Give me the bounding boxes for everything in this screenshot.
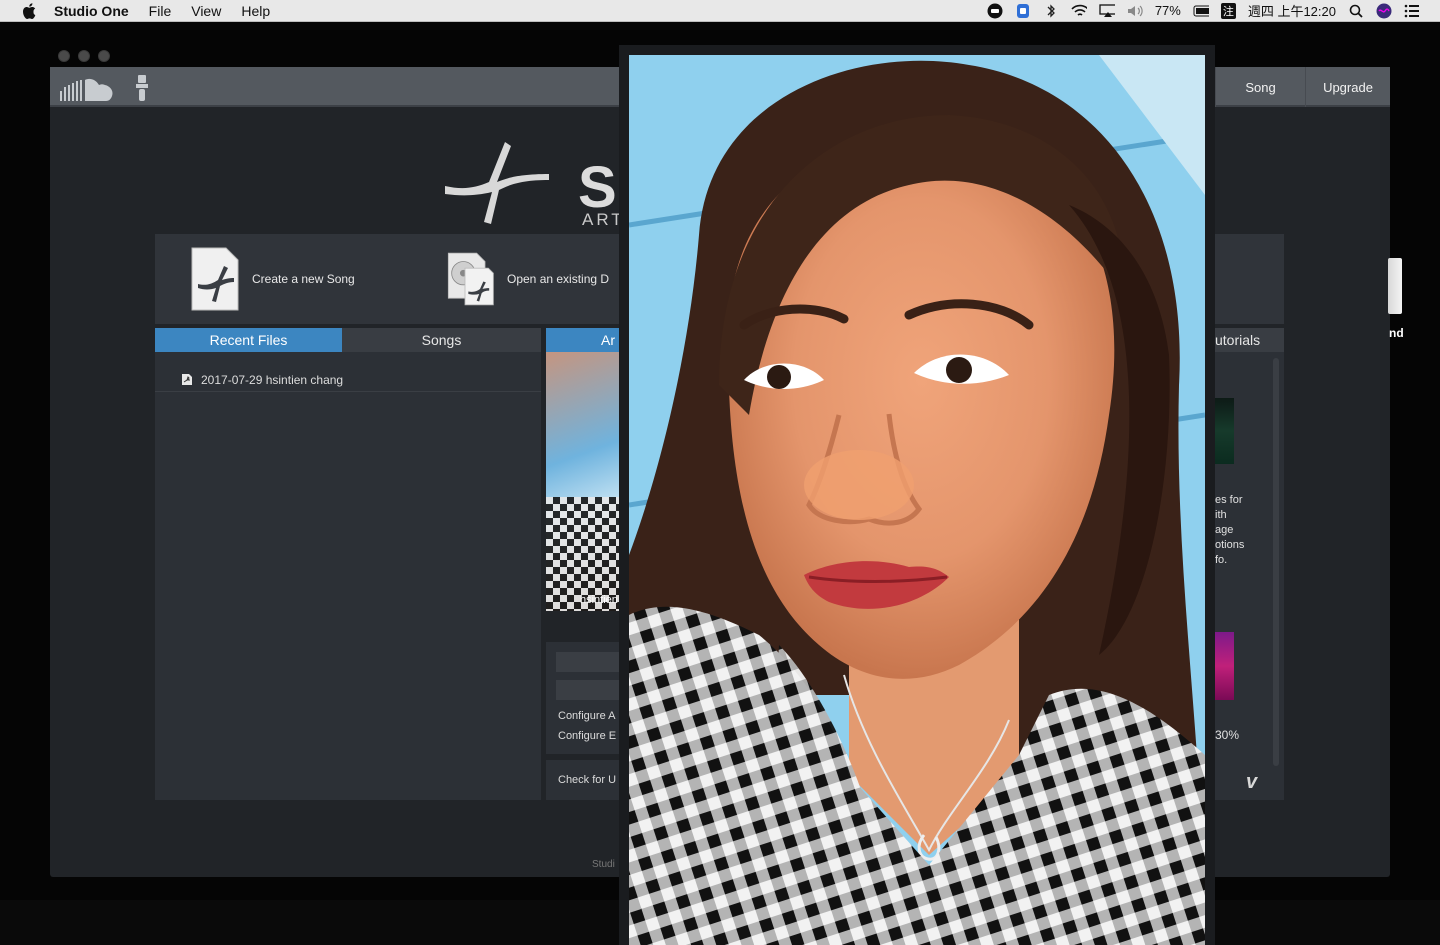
tab-recent-files[interactable]: Recent Files xyxy=(155,328,342,352)
tab-songs[interactable]: Songs xyxy=(342,328,541,352)
desktop: Song Upgrade S ART Create a new Song Ope… xyxy=(0,22,1440,945)
recent-file-name: 2017-07-29 hsintien chang xyxy=(201,372,344,387)
close-window-button[interactable] xyxy=(58,50,70,62)
tab-tutorials[interactable]: utorials xyxy=(1213,328,1284,352)
spotlight-search-icon[interactable] xyxy=(1348,3,1364,19)
battery-icon[interactable] xyxy=(1193,3,1209,19)
artist-name: hsintien xyxy=(580,594,618,606)
song-file-icon xyxy=(182,374,192,385)
tutorials-panel: utorials es for ith age otions fo. 30% v xyxy=(1213,328,1284,800)
status-area: 77% 注 週四 上午12:20 xyxy=(987,1,1440,20)
window-controls xyxy=(58,50,110,62)
bluetooth-icon[interactable] xyxy=(1043,3,1059,19)
usb-device-icon[interactable] xyxy=(134,75,150,106)
create-new-song-label: Create a new Song xyxy=(252,272,355,286)
wifi-icon[interactable] xyxy=(1071,3,1087,19)
logo-wordmark: S xyxy=(578,155,617,220)
recent-files-panel: Recent Files Songs 2017-07-29 hsintien c… xyxy=(155,328,541,800)
song-button[interactable]: Song xyxy=(1215,67,1305,107)
portrait-photo[interactable] xyxy=(629,55,1205,945)
open-existing-label: Open an existing D xyxy=(507,272,610,286)
airplay-icon[interactable] xyxy=(1099,3,1115,19)
photo-viewer-window xyxy=(619,45,1215,945)
recent-file-item[interactable]: 2017-07-29 hsintien chang xyxy=(155,368,541,392)
desktop-drive-label[interactable]: nd xyxy=(1389,326,1404,340)
promo-percent: 30% xyxy=(1215,728,1240,742)
tutorial-description: es for ith age otions fo. xyxy=(1215,494,1245,566)
left-panel-tabs: Recent Files Songs xyxy=(155,328,541,352)
zoom-window-button[interactable] xyxy=(98,50,110,62)
input-method-indicator[interactable]: 注 xyxy=(1220,2,1236,19)
configure-external-link[interactable]: Configure E xyxy=(558,730,616,742)
notification-center-icon[interactable] xyxy=(1404,3,1420,19)
configure-audio-link[interactable]: Configure A xyxy=(558,710,615,722)
desktop-drive-icon[interactable] xyxy=(1388,258,1402,314)
tab-artist-profile[interactable]: Ar xyxy=(546,328,626,352)
tutorial-thumbnail[interactable] xyxy=(1215,398,1234,464)
artist-profile-photo[interactable] xyxy=(546,352,626,611)
vimeo-icon[interactable]: v xyxy=(1246,771,1257,794)
menu-app-name[interactable]: Studio One xyxy=(54,3,129,19)
promo-thumbnail[interactable] xyxy=(1215,632,1234,700)
soundcloud-icon[interactable] xyxy=(60,77,118,106)
menu-bar: Studio One File View Help 77% 注 週四 上午12:… xyxy=(0,0,1440,22)
siri-icon[interactable] xyxy=(1376,3,1392,19)
open-existing-document-button[interactable]: Open an existing D xyxy=(445,246,609,312)
apple-menu-icon[interactable] xyxy=(20,2,38,20)
battery-percent: 77% xyxy=(1154,3,1181,18)
create-new-song-button[interactable]: Create a new Song xyxy=(190,246,355,312)
volume-icon[interactable] xyxy=(1127,3,1143,19)
setup-field-2[interactable] xyxy=(556,680,626,700)
menu-file[interactable]: File xyxy=(149,3,172,19)
setup-field-1[interactable] xyxy=(556,652,626,672)
security-shield-icon[interactable] xyxy=(1015,3,1031,19)
footer-text: Studi xyxy=(592,859,615,870)
new-song-document-icon xyxy=(191,247,239,311)
open-document-icon xyxy=(447,252,494,306)
menu-view[interactable]: View xyxy=(191,3,221,19)
studio-one-logo-icon xyxy=(445,142,565,229)
line-app-icon[interactable] xyxy=(987,3,1003,19)
clock[interactable]: 週四 上午12:20 xyxy=(1248,1,1336,20)
tutorials-scrollbar[interactable] xyxy=(1273,358,1279,766)
check-for-updates-link[interactable]: Check for U xyxy=(558,774,616,786)
menu-help[interactable]: Help xyxy=(241,3,270,19)
minimize-window-button[interactable] xyxy=(78,50,90,62)
upgrade-button[interactable]: Upgrade xyxy=(1305,67,1390,107)
portrait-illustration xyxy=(629,55,1205,945)
